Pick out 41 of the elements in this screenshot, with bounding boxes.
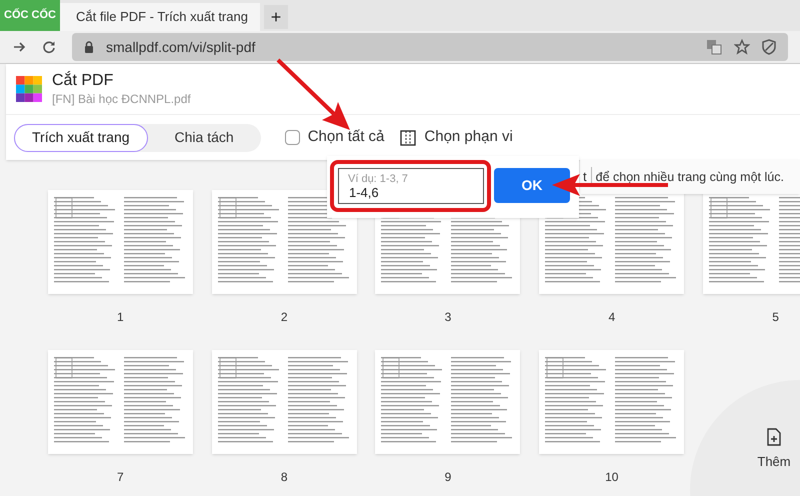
page-number: 7 (117, 469, 124, 486)
hint-text: để chọn nhiều trang cùng một lúc. (596, 168, 784, 186)
page-number: 5 (772, 309, 779, 326)
select-all-checkbox[interactable] (284, 130, 300, 145)
page-number: 1 (117, 309, 124, 326)
page-number: 4 (608, 309, 616, 326)
file-name: [FN] Bài học ĐCNNPL.pdf (52, 91, 191, 107)
page-number: 10 (605, 469, 618, 486)
add-button[interactable]: Thêm (752, 428, 796, 480)
url-text: smallpdf.com/vi/split-pdf (106, 38, 256, 57)
page-title: Cắt PDF (52, 71, 114, 91)
page-thumbnail[interactable] (212, 350, 357, 454)
select-range-label[interactable]: Chọn phạn vi (424, 126, 513, 149)
mode-tab[interactable]: Trích xuất trang (14, 124, 148, 152)
translate-icon[interactable] (706, 39, 722, 55)
page-thumbnail[interactable] (48, 350, 193, 454)
select-all-label[interactable]: Chọn tất cả (308, 126, 384, 149)
page-number: 3 (444, 309, 452, 326)
page-thumbnail[interactable] (48, 190, 193, 294)
ok-button[interactable]: OK (494, 168, 570, 203)
address-bar[interactable]: smallpdf.com/vi/split-pdf (72, 33, 788, 61)
lock-icon (84, 41, 94, 53)
page-thumbnail[interactable] (539, 190, 684, 294)
browser-tab[interactable]: Cắt file PDF - Trích xuất trang (60, 3, 260, 31)
page-thumbnail[interactable] (375, 350, 520, 454)
app-logo-icon (16, 76, 42, 102)
tab-title: Cắt file PDF - Trích xuất trang (76, 8, 248, 26)
columns-icon (400, 130, 416, 146)
star-icon[interactable] (734, 39, 750, 55)
page-number: 9 (444, 469, 452, 486)
file-plus-icon (767, 428, 781, 446)
range-example-label: Ví dụ: 1-3, 7 (348, 172, 408, 187)
key-hint: t (583, 167, 592, 187)
page-thumbnail[interactable] (539, 350, 684, 454)
mode-tab[interactable]: Chia tách (148, 124, 261, 152)
forward-icon[interactable] (12, 40, 26, 54)
page-number: 2 (280, 309, 288, 326)
page-number: 8 (280, 469, 288, 486)
shield-icon[interactable] (762, 39, 776, 55)
reload-icon[interactable] (42, 40, 56, 54)
new-tab-button[interactable]: + (264, 5, 288, 29)
